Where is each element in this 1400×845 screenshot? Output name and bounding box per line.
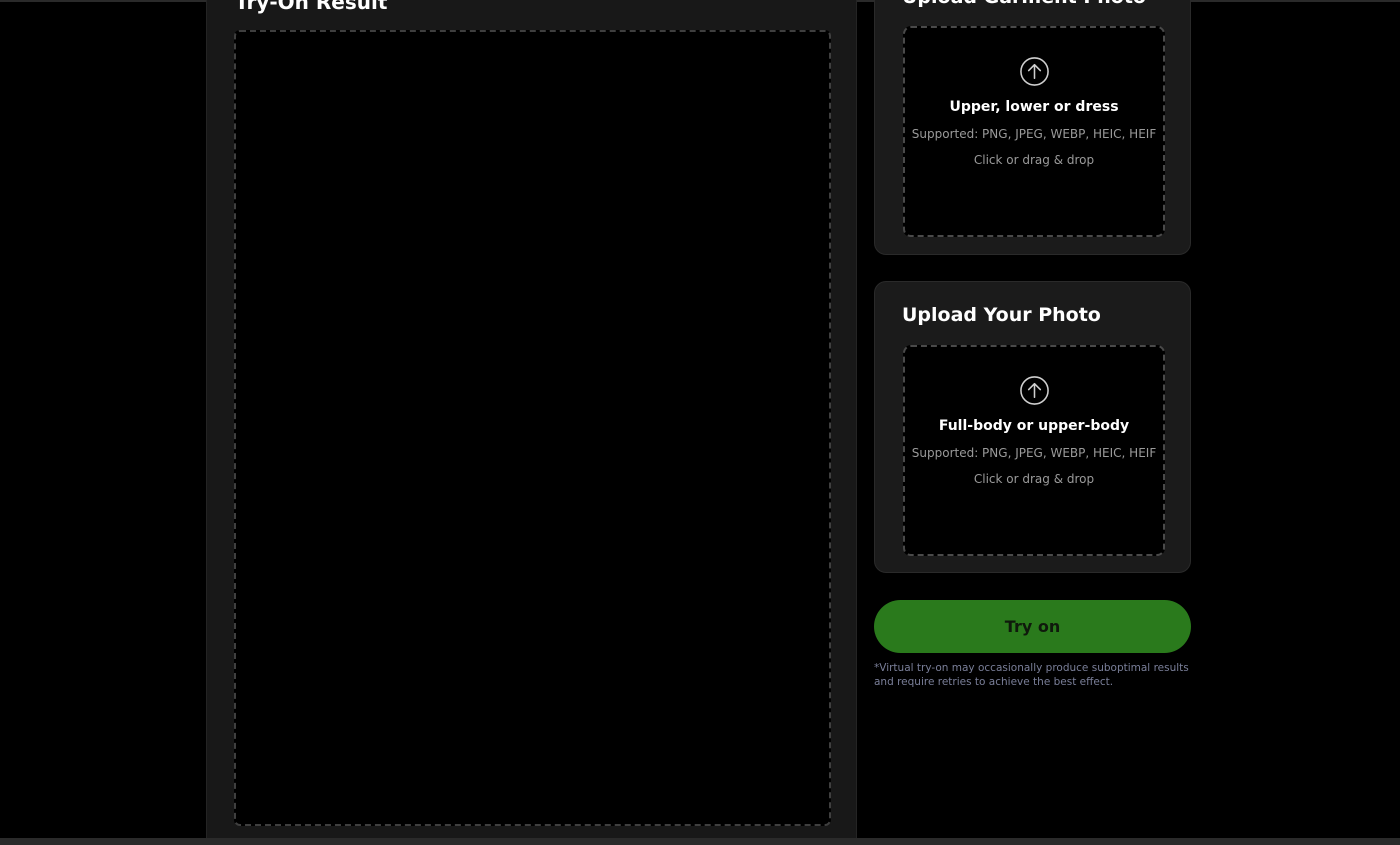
garment-card-title: Upload Garment Photo bbox=[902, 0, 1146, 9]
photo-supported-formats: Supported: PNG, JPEG, WEBP, HEIC, HEIF bbox=[911, 446, 1157, 460]
try-on-button[interactable]: Try on bbox=[874, 600, 1191, 653]
garment-upload-card: Upload Garment Photo Upper, lower or dre… bbox=[874, 0, 1191, 255]
photo-dropzone-title: Full-body or upper-body bbox=[938, 418, 1130, 434]
photo-card-title: Upload Your Photo bbox=[902, 304, 1101, 326]
upload-arrow-icon bbox=[1019, 376, 1049, 405]
result-preview-area bbox=[234, 30, 831, 826]
upload-arrow-icon bbox=[1019, 57, 1049, 86]
photo-dropzone-hint: Click or drag & drop bbox=[973, 472, 1095, 486]
window-bottom-border bbox=[0, 838, 1400, 845]
garment-dropzone-title: Upper, lower or dress bbox=[949, 99, 1119, 115]
garment-dropzone-hint: Click or drag & drop bbox=[973, 153, 1095, 167]
garment-dropzone[interactable]: Upper, lower or dress Supported: PNG, JP… bbox=[903, 26, 1165, 237]
photo-dropzone[interactable]: Full-body or upper-body Supported: PNG, … bbox=[903, 345, 1165, 556]
photo-upload-card: Upload Your Photo Full-body or upper-bod… bbox=[874, 281, 1191, 573]
try-on-result-panel: Try-On Result bbox=[206, 0, 857, 838]
garment-supported-formats: Supported: PNG, JPEG, WEBP, HEIC, HEIF bbox=[911, 127, 1157, 141]
disclaimer-text: *Virtual try-on may occasionally produce… bbox=[874, 662, 1189, 688]
result-title: Try-On Result bbox=[235, 0, 388, 14]
